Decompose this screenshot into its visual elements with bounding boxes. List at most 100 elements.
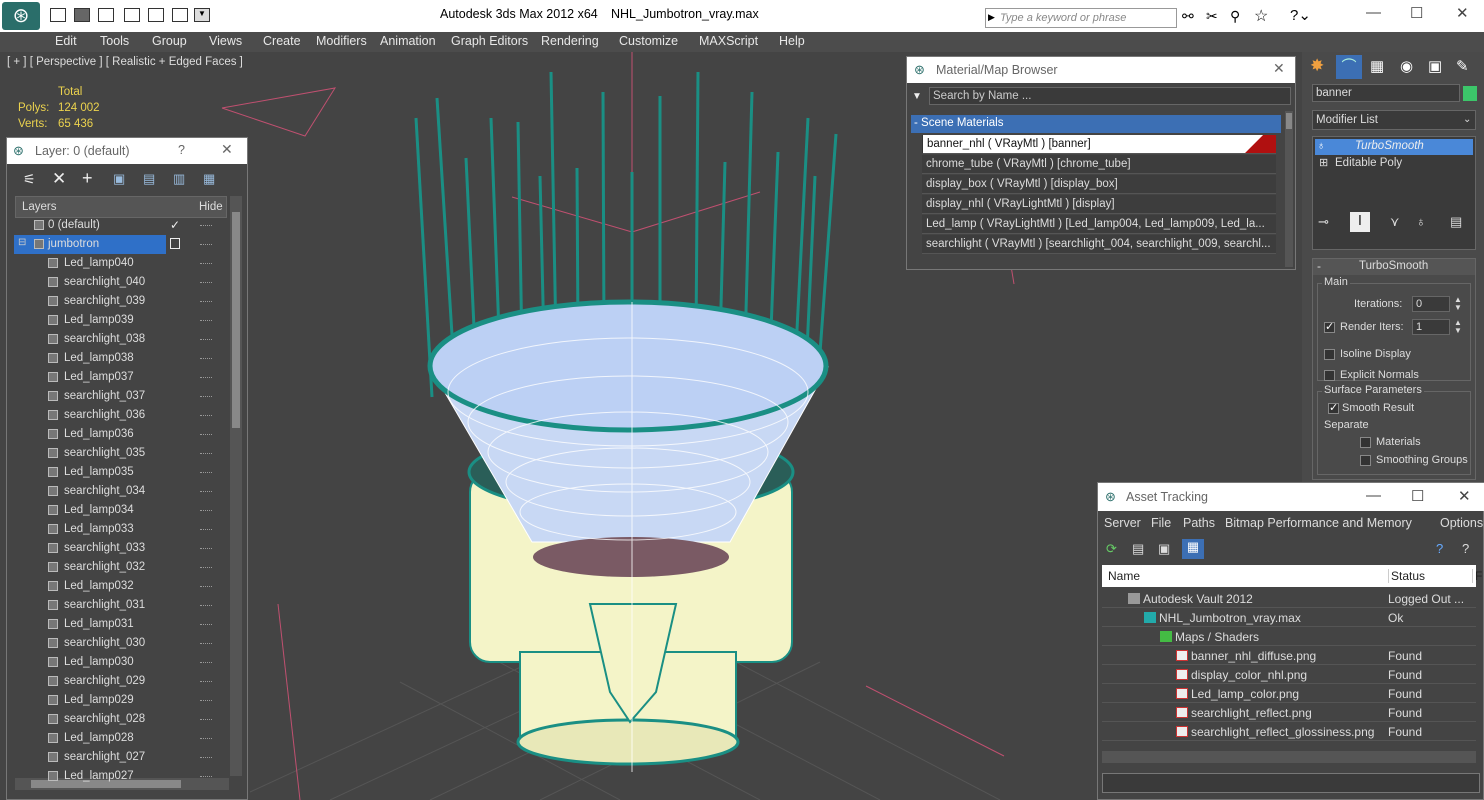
hide-toggle[interactable] bbox=[200, 491, 212, 493]
material-row[interactable]: banner_nhl ( VRayMtl ) [banner] bbox=[922, 135, 1276, 154]
add-to-layer-icon[interactable]: + bbox=[82, 168, 93, 189]
menu-create[interactable]: Create bbox=[263, 34, 301, 48]
asset-info-icon[interactable]: ? bbox=[1462, 541, 1469, 556]
help-icon[interactable]: ?⌄ bbox=[1290, 6, 1311, 24]
create-layer-icon[interactable]: ⚟ bbox=[23, 171, 36, 188]
asset-help-icon[interactable]: ? bbox=[1436, 541, 1443, 556]
object-row[interactable]: searchlight_036 bbox=[14, 406, 224, 425]
asset-maximize-button[interactable]: ☐ bbox=[1411, 487, 1424, 505]
asset-menu-server[interactable]: Server bbox=[1104, 516, 1141, 530]
object-row[interactable]: Led_lamp030 bbox=[14, 653, 224, 672]
select-objects-icon[interactable]: ▣ bbox=[113, 171, 125, 187]
bulb-icon[interactable]: ♁ bbox=[1317, 140, 1325, 152]
menu-tools[interactable]: Tools bbox=[100, 34, 129, 48]
asset-row[interactable]: searchlight_reflect.png Found bbox=[1102, 703, 1476, 722]
spinner-arrows-icon[interactable]: ▲ ▼ bbox=[1454, 319, 1462, 335]
object-row[interactable]: Led_lamp036 bbox=[14, 425, 224, 444]
menu-modifiers[interactable]: Modifiers bbox=[316, 34, 367, 48]
hide-toggle[interactable] bbox=[200, 757, 212, 759]
highlight-layer-icon[interactable]: ▤ bbox=[143, 171, 155, 187]
col-hide[interactable]: Hide bbox=[199, 201, 223, 213]
layer-objects-icon[interactable] bbox=[170, 238, 180, 249]
material-close-button[interactable]: ✕ bbox=[1273, 60, 1285, 77]
hide-toggle[interactable] bbox=[200, 358, 212, 360]
menu-views[interactable]: Views bbox=[209, 34, 242, 48]
hide-toggle[interactable] bbox=[200, 453, 212, 455]
maximize-button[interactable]: ☐ bbox=[1410, 4, 1423, 22]
material-row[interactable]: display_nhl ( VRayLightMtl ) [display] bbox=[922, 195, 1276, 214]
layer-row-default[interactable]: 0 (default) ✓ bbox=[14, 216, 224, 235]
object-row[interactable]: Led_lamp038 bbox=[14, 349, 224, 368]
iterations-spinner[interactable]: 0 bbox=[1412, 296, 1450, 312]
help-button[interactable]: ? bbox=[178, 143, 185, 157]
collapse-icon[interactable]: ⊟ bbox=[18, 237, 26, 248]
asset-row[interactable]: Led_lamp_color.png Found bbox=[1102, 684, 1476, 703]
hide-toggle[interactable] bbox=[200, 301, 212, 303]
object-row[interactable]: Led_lamp033 bbox=[14, 520, 224, 539]
hide-toggle[interactable] bbox=[200, 643, 212, 645]
display-tab-icon[interactable]: ▣ bbox=[1428, 57, 1442, 75]
hide-toggle[interactable] bbox=[200, 719, 212, 721]
menu-help[interactable]: Help bbox=[779, 34, 805, 48]
close-button[interactable]: ✕ bbox=[1456, 4, 1469, 22]
asset-close-button[interactable]: ✕ bbox=[1458, 487, 1471, 505]
object-row[interactable]: Led_lamp035 bbox=[14, 463, 224, 482]
asset-row[interactable]: Autodesk Vault 2012 Logged Out ... bbox=[1102, 589, 1476, 608]
asset-row[interactable]: searchlight_reflect_glossiness.png Found bbox=[1102, 722, 1476, 741]
materials-checkbox[interactable] bbox=[1360, 437, 1371, 448]
col-name[interactable]: Name bbox=[1108, 569, 1140, 583]
menu-rendering[interactable]: Rendering bbox=[541, 34, 599, 48]
smoothing-groups-checkbox[interactable] bbox=[1360, 455, 1371, 466]
material-browser-titlebar[interactable]: ⊛ Material/Map Browser ✕ bbox=[907, 57, 1295, 83]
redo-icon[interactable] bbox=[172, 8, 188, 22]
hide-toggle[interactable] bbox=[200, 529, 212, 531]
asset-row[interactable]: Maps / Shaders bbox=[1102, 627, 1476, 646]
pin-stack-icon[interactable]: ⊸ bbox=[1318, 214, 1329, 230]
open-icon[interactable] bbox=[50, 8, 66, 22]
favorites-icon[interactable]: ☆ bbox=[1254, 6, 1268, 26]
hide-toggle[interactable] bbox=[200, 738, 212, 740]
layer-dialog-titlebar[interactable]: ⊛ Layer: 0 (default) ? ✕ bbox=[7, 138, 247, 164]
material-row[interactable]: chrome_tube ( VRayMtl ) [chrome_tube] bbox=[922, 155, 1276, 174]
utilities-tab-icon[interactable]: ✎ bbox=[1456, 57, 1469, 75]
material-row[interactable]: searchlight ( VRayMtl ) [searchlight_004… bbox=[922, 235, 1276, 254]
minimize-button[interactable]: — bbox=[1366, 4, 1381, 21]
object-row[interactable]: searchlight_027 bbox=[14, 748, 224, 767]
tools-icon[interactable]: ✂ bbox=[1206, 8, 1218, 25]
hide-toggle[interactable] bbox=[200, 377, 212, 379]
col-extra[interactable]: F bbox=[1472, 569, 1482, 583]
search-box[interactable]: ▶ Type a keyword or phrase bbox=[985, 8, 1177, 28]
object-row[interactable]: searchlight_040 bbox=[14, 273, 224, 292]
isoline-checkbox[interactable] bbox=[1324, 349, 1335, 360]
hide-toggle[interactable] bbox=[200, 567, 212, 569]
object-row[interactable]: searchlight_039 bbox=[14, 292, 224, 311]
menu-graph-editors[interactable]: Graph Editors bbox=[451, 34, 528, 48]
object-row[interactable]: Led_lamp029 bbox=[14, 691, 224, 710]
object-row[interactable]: searchlight_035 bbox=[14, 444, 224, 463]
subscription-icon[interactable]: ⚲ bbox=[1230, 8, 1240, 25]
asset-row[interactable]: NHL_Jumbotron_vray.max Ok bbox=[1102, 608, 1476, 627]
hide-toggle[interactable] bbox=[200, 339, 212, 341]
spinner-arrows-icon[interactable]: ▲ ▼ bbox=[1454, 296, 1462, 312]
material-search-input[interactable]: Search by Name ... bbox=[929, 87, 1291, 105]
smooth-result-checkbox[interactable] bbox=[1328, 401, 1339, 414]
explicit-normals-checkbox[interactable] bbox=[1324, 370, 1335, 381]
modify-tab-icon[interactable]: ⌒ bbox=[1336, 55, 1362, 79]
hide-toggle[interactable] bbox=[200, 700, 212, 702]
asset-menu-paths[interactable]: Paths bbox=[1183, 516, 1215, 530]
expand-icon[interactable]: ⊞ bbox=[1319, 156, 1328, 169]
object-row[interactable]: Led_lamp027 bbox=[14, 767, 224, 786]
hierarchy-tab-icon[interactable]: ▦ bbox=[1370, 57, 1384, 75]
hide-toggle[interactable] bbox=[200, 396, 212, 398]
object-row[interactable]: searchlight_029 bbox=[14, 672, 224, 691]
table-view-icon[interactable]: ▦ bbox=[1182, 539, 1204, 559]
hide-toggle[interactable] bbox=[200, 624, 212, 626]
render-iters-checkbox[interactable] bbox=[1324, 320, 1335, 333]
hide-toggle[interactable] bbox=[200, 434, 212, 436]
modifier-list-dropdown[interactable]: Modifier List ⌄ bbox=[1312, 110, 1476, 130]
hide-toggle[interactable] bbox=[200, 225, 212, 227]
layer-scrollbar[interactable] bbox=[230, 196, 242, 776]
object-row[interactable]: Led_lamp028 bbox=[14, 729, 224, 748]
object-row[interactable]: Led_lamp034 bbox=[14, 501, 224, 520]
asset-row[interactable]: display_color_nhl.png Found bbox=[1102, 665, 1476, 684]
